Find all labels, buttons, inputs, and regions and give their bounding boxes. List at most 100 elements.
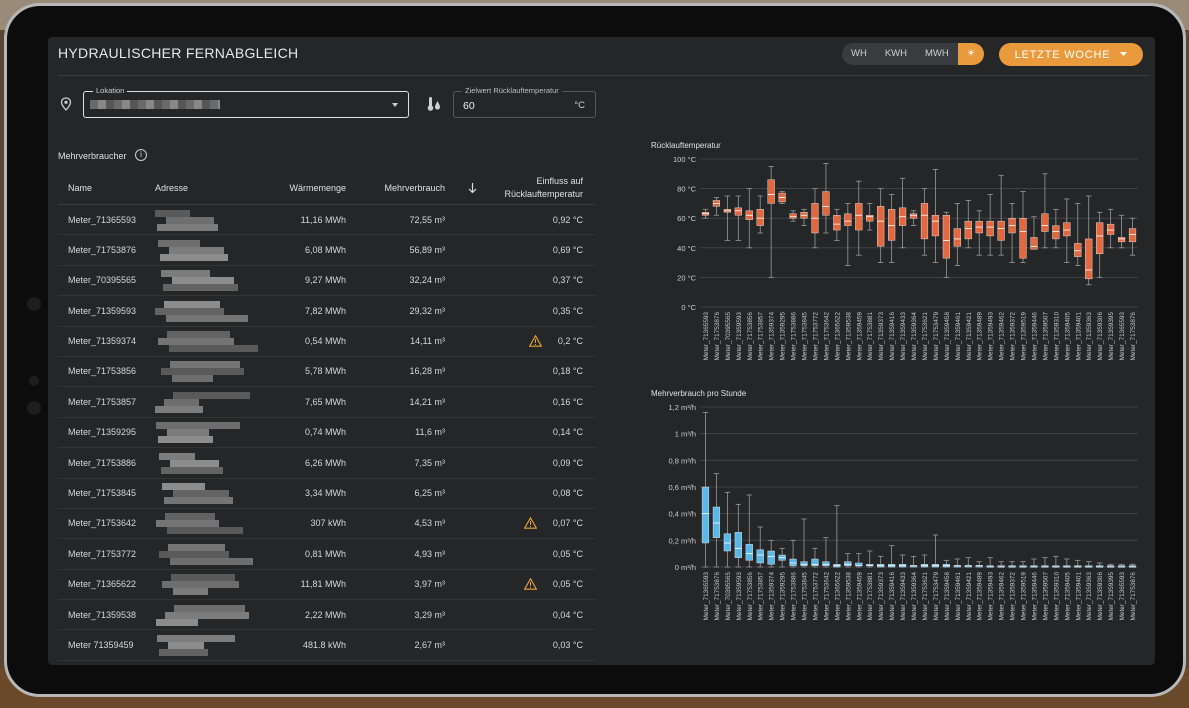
table-row[interactable]: Meter 71359459 481.8 kWh 2,67 m³ 0,03 °C	[58, 630, 595, 661]
return-temp-influence: 0,07 °C	[523, 509, 583, 538]
x-tick-label: Meter_71753886	[791, 572, 798, 621]
return-temp-influence: 0,18 °C	[553, 357, 583, 386]
x-tick-label: Meter_71359310	[1053, 572, 1060, 621]
x-tick-label: Meter_71753479	[933, 572, 940, 621]
x-tick-label: Meter_71359363	[1086, 572, 1093, 621]
table-row[interactable]: Meter_71359593 7,82 MWh 29,32 m³ 0,35 °C	[58, 296, 595, 327]
x-tick-label: Meter_71359462	[999, 312, 1006, 361]
period-dropdown-button[interactable]: LETZTE WOCHE	[999, 43, 1143, 66]
return-temp-influence: 0,37 °C	[553, 266, 583, 295]
x-tick-label: Meter_71359459	[856, 572, 863, 621]
sort-arrow-down-icon[interactable]	[468, 172, 477, 204]
x-tick-label: Meter_71359493	[988, 572, 995, 621]
table-row[interactable]: Meter_71753772 0,81 MWh 4,93 m³ 0,05 °C	[58, 539, 595, 570]
table-row[interactable]: Meter_71753886 6,26 MWh 7,35 m³ 0,09 °C	[58, 448, 595, 479]
return-temp-influence: 0,08 °C	[553, 479, 583, 508]
address-redacted	[155, 448, 255, 477]
x-tick-label: Meter_71359489	[977, 572, 984, 621]
influence-value: 0,18 °C	[552, 366, 583, 377]
table-row[interactable]: Meter_71359538 2,22 MWh 3,29 m³ 0,04 °C	[58, 600, 595, 631]
heat-quantity: 6,26 MWh	[304, 457, 346, 468]
x-tick-label: Meter_71753881	[867, 572, 874, 621]
table-row[interactable]: Meter_71753856 5,78 MWh 16,28 m³ 0,18 °C	[58, 357, 595, 388]
unit-kwh-button[interactable]: KWH	[876, 43, 916, 65]
excess-consumption: 14,11 m³	[410, 336, 445, 347]
address-redacted	[155, 357, 255, 386]
box	[833, 215, 841, 231]
box	[701, 486, 710, 544]
x-tick-label: Meter_71359373	[878, 572, 885, 621]
x-tick-label: Meter_71753772	[812, 312, 819, 361]
target-temperature-input[interactable]: Zielwert Rücklauftemperatur 60 °C	[453, 86, 596, 118]
x-tick-label: Meter_71753881	[867, 312, 874, 361]
period-label: LETZTE WOCHE	[1014, 48, 1111, 61]
sun-icon-button[interactable]: ☀	[957, 43, 985, 65]
address-redacted	[155, 387, 255, 416]
box	[822, 191, 830, 216]
address-redacted	[155, 296, 255, 325]
unit-mwh-button[interactable]: MWH	[916, 43, 958, 65]
x-tick-label: Meter_71359374	[769, 572, 776, 621]
box	[1107, 223, 1115, 235]
col-header-influence-line1: Einfluss auf	[536, 176, 583, 186]
col-header-influence-line2: Rücklauftemperatur	[504, 189, 583, 199]
influence-value: 0,05 °C	[552, 548, 583, 559]
heat-quantity: 11,81 MWh	[300, 579, 346, 590]
x-tick-label: Meter_71359459	[856, 312, 863, 361]
x-tick-label: Meter_71359374	[769, 312, 776, 361]
table-row[interactable]: Meter_71365622 11,81 MWh 3,97 m³ 0,05 °C	[58, 570, 595, 601]
return-temp-influence: 0,04 °C	[553, 600, 583, 629]
heat-quantity: 481.8 kWh	[302, 639, 346, 650]
box	[1117, 237, 1126, 243]
header-divider	[58, 75, 1149, 76]
x-tick-label: Meter_71753886	[791, 312, 798, 361]
excess-per-hour-boxplot: 0 m³/h 0,2 m³/h 0,4 m³/h 0,6 m³/h 0,8 m³/h 1 …	[668, 403, 1138, 621]
table-row[interactable]: Meter_71753845 3,34 MWh 6,25 m³ 0,08 °C	[58, 479, 595, 509]
excess-consumption: 32,24 m³	[409, 275, 445, 286]
box	[734, 532, 742, 558]
meter-name: Meter_71753845	[68, 488, 137, 499]
box	[1052, 225, 1060, 240]
table-row[interactable]: Meter_71359374 0,54 MWh 14,11 m³ 0,2 °C	[58, 327, 595, 357]
excess-consumption: 4,53 m³	[414, 518, 445, 529]
col-header-heat[interactable]: Wärmemenge	[289, 172, 346, 204]
x-tick-label: Meter_71359421	[966, 572, 973, 621]
col-header-name[interactable]: Name	[68, 172, 92, 204]
x-tick-label: Meter_71753845	[802, 312, 809, 361]
camera-dot	[27, 297, 41, 311]
x-tick-label: Meter_71359306	[1097, 572, 1104, 621]
col-header-excess[interactable]: Mehrverbrauch	[384, 172, 445, 204]
return-temp-influence: 0,69 °C	[553, 235, 583, 264]
box	[1063, 222, 1071, 237]
influence-value: 0,92 °C	[552, 214, 583, 225]
box	[855, 562, 863, 566]
excess-consumption: 7,35 m³	[414, 457, 445, 468]
influence-value: 0,69 °C	[552, 244, 583, 255]
warning-icon	[523, 578, 537, 590]
influence-value: 0,2 °C	[557, 336, 583, 347]
x-tick-label: Meter_71359489	[977, 312, 984, 361]
info-icon[interactable]: i	[135, 149, 147, 161]
y-tick-label: 1 m³/h	[675, 430, 696, 439]
col-header-address[interactable]: Adresse	[155, 172, 188, 204]
x-tick-label: Meter_71753876	[1130, 312, 1137, 361]
warning-icon	[523, 517, 537, 530]
x-tick-label: Meter_71753621	[922, 312, 929, 361]
table-row[interactable]: Meter_71753876 6,08 MWh 56,89 m³ 0,69 °C	[58, 235, 595, 266]
excess-consumption: 56,89 m³	[409, 244, 445, 255]
x-tick-label: Meter_71365593	[1119, 572, 1126, 621]
x-tick-label: Meter_71753845	[802, 572, 809, 621]
x-tick-label: Meter_71359372	[1010, 572, 1017, 621]
x-tick-label: Meter_71359446	[1031, 312, 1038, 361]
return-temp-influence: 0,05 °C	[553, 539, 583, 568]
warning-icon	[528, 335, 542, 347]
unit-wh-button[interactable]: WH	[842, 43, 876, 65]
x-tick-label: Meter_71753876	[714, 572, 721, 621]
col-header-influence[interactable]: Einfluss auf Rücklauftemperatur	[504, 172, 583, 204]
table-row[interactable]: Meter_71359295 0,74 MWh 11,6 m³ 0,14 °C	[58, 418, 595, 449]
table-row[interactable]: Meter_71365593 11,16 MWh 72,55 m³ 0,92 °C	[58, 205, 595, 236]
location-select[interactable]: Lokation	[83, 86, 409, 118]
table-row[interactable]: Meter_71753642 307 kWh 4,53 m³ 0,07 °C	[58, 509, 595, 540]
table-row[interactable]: Meter_70395565 9,27 MWh 32,24 m³ 0,37 °C	[58, 266, 595, 297]
table-row[interactable]: Meter_71753857 7,65 MWh 14,21 m³ 0,16 °C	[58, 387, 595, 418]
